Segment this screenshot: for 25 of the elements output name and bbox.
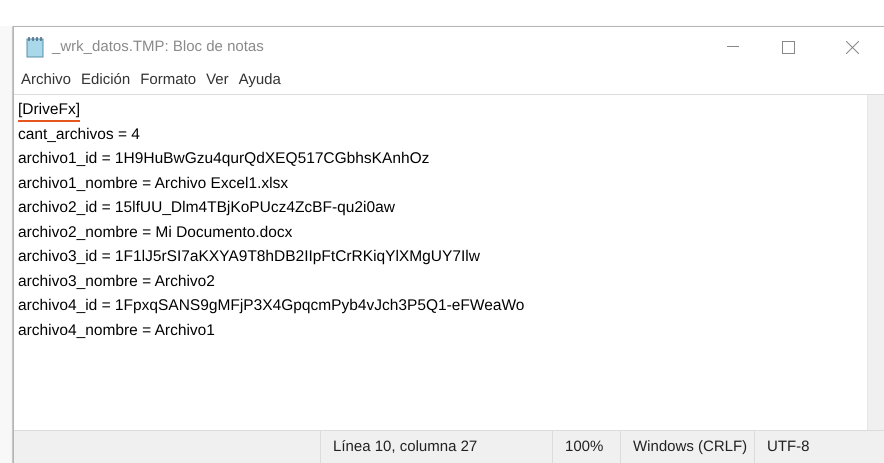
text-line: archivo3_nombre = Archivo2 xyxy=(18,272,215,292)
text-line: archivo1_nombre = Archivo Excel1.xlsx xyxy=(18,174,288,194)
notepad-icon xyxy=(25,36,45,58)
status-text: Windows (CRLF) xyxy=(620,431,754,463)
text-line: archivo4_nombre = Archivo1 xyxy=(18,320,215,340)
maximize-icon xyxy=(782,40,794,54)
menu-item[interactable]: Ver xyxy=(201,69,234,92)
text-line: archivo3_id = 1F1lJ5rSI7aKXYA9T8hDB2IIpFtCrRKiqYlXMgUY7Ilw xyxy=(18,247,480,267)
status-text: Línea 10, columna 27 xyxy=(320,431,552,463)
vertical-scrollbar[interactable] xyxy=(867,95,884,430)
status-text: UTF-8 xyxy=(754,431,864,463)
text-line: archivo4_id = 1FpxqSANS9gMFjP3X4GpqcmPyb4vJch3P5Q1-eFWeaWo xyxy=(18,296,524,316)
menu-item[interactable]: Formato xyxy=(135,69,202,92)
status-text: 100% xyxy=(552,431,620,463)
text-line: cant_archivos = 4 xyxy=(18,124,140,144)
text-line: archivo1_id = 1H9HuBwGzu4qurQdXEQ517CGbhsKAnhOz xyxy=(18,149,430,169)
menu-item[interactable]: Ayuda xyxy=(234,69,286,92)
menu-item[interactable]: Edición xyxy=(76,69,136,92)
window-title: _wrk_datos.TMP: Bloc de notas xyxy=(52,36,264,57)
menu-item[interactable]: Archivo xyxy=(16,69,76,92)
minimize-icon xyxy=(727,46,739,48)
close-icon xyxy=(846,40,858,54)
text-line: archivo2_nombre = Mi Documento.docx xyxy=(18,222,292,242)
text-line: [DriveFx] xyxy=(18,100,80,122)
text-line: archivo2_id = 15lfUU_Dlm4TBjKoPUcz4ZcBF-qu2i0aw xyxy=(18,198,395,218)
